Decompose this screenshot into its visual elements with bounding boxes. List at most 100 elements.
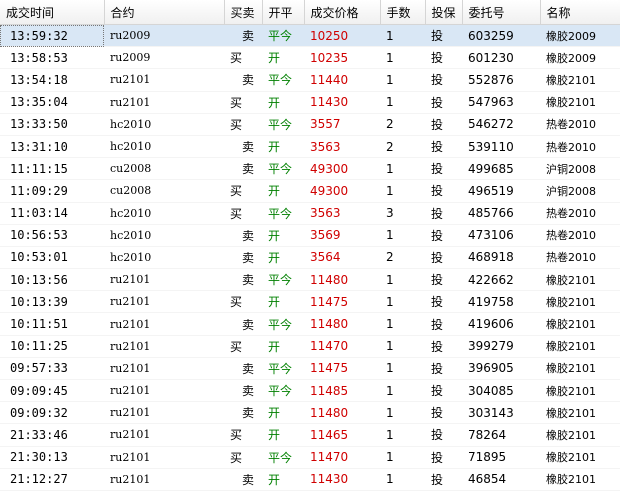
- col-header-quantity[interactable]: 手数: [380, 0, 426, 25]
- table-row[interactable]: 10:11:25 ru2101 买开 11470 1 投 399279 橡胶2101: [0, 335, 620, 358]
- col-header-side[interactable]: 买卖: [224, 0, 263, 25]
- order-id: 547963: [462, 91, 540, 114]
- open-close: 开: [262, 335, 304, 358]
- table-row[interactable]: 10:56:53 hc2010 卖开 3569 1 投 473106 热卷2010: [0, 224, 620, 247]
- col-header-name[interactable]: 名称: [540, 0, 620, 25]
- quantity: 3: [380, 202, 425, 225]
- trade-time: 09:09:32: [0, 401, 104, 425]
- trade-table: 成交时间 合约 买卖 开平 成交价格 手数 投保 委托号 名称 13:59:32…: [0, 0, 620, 491]
- col-header-open-close[interactable]: 开平: [262, 0, 305, 25]
- hedge-flag: 投: [425, 224, 462, 247]
- trade-side: 卖: [224, 357, 262, 381]
- col-header-contract[interactable]: 合约: [104, 0, 225, 25]
- contract-code: ru2009: [104, 46, 224, 70]
- quantity: 1: [380, 46, 425, 70]
- trade-price: 3563: [304, 202, 380, 225]
- table-row[interactable]: 21:33:46 ru2101 买开 11465 1 投 78264 橡胶2101: [0, 423, 620, 447]
- col-header-order-id[interactable]: 委托号: [462, 0, 541, 25]
- table-row[interactable]: 13:33:50 hc2010 买平今 3557 2 投 546272 热卷2010: [0, 113, 620, 136]
- table-row[interactable]: 13:31:10 hc2010 卖开 3563 2 投 539110 热卷2010: [0, 135, 620, 159]
- contract-code: ru2101: [104, 312, 224, 336]
- contract-code: ru2101: [104, 91, 224, 114]
- quantity: 1: [380, 423, 425, 447]
- trade-side: 卖: [224, 246, 262, 270]
- trade-side: 卖: [224, 312, 262, 336]
- col-header-time[interactable]: 成交时间: [0, 0, 105, 25]
- instrument-name: 橡胶2101: [540, 68, 620, 92]
- quantity: 1: [380, 446, 425, 469]
- open-close: 平今: [262, 24, 304, 48]
- table-row[interactable]: 11:03:14 hc2010 买平今 3563 3 投 485766 热卷2010: [0, 202, 620, 225]
- instrument-name: 热卷2010: [540, 202, 620, 225]
- order-id: 552876: [462, 68, 540, 92]
- table-row[interactable]: 13:58:53 ru2009 买开 10235 1 投 601230 橡胶2009: [0, 46, 620, 70]
- table-row[interactable]: 09:57:33 ru2101 卖平今 11475 1 投 396905 橡胶2101: [0, 357, 620, 381]
- trade-price: 3557: [304, 113, 380, 136]
- table-row[interactable]: 13:35:04 ru2101 买开 11430 1 投 547963 橡胶2101: [0, 91, 620, 114]
- order-id: 539110: [462, 135, 540, 159]
- order-id: 473106: [462, 224, 540, 247]
- trade-side: 买: [224, 113, 262, 136]
- order-id: 546272: [462, 113, 540, 136]
- hedge-flag: 投: [425, 357, 462, 381]
- instrument-name: 橡胶2101: [540, 91, 620, 114]
- trade-side: 买: [224, 446, 262, 469]
- col-header-hedge[interactable]: 投保: [425, 0, 463, 25]
- trade-side: 卖: [224, 401, 262, 425]
- table-row[interactable]: 11:09:29 cu2008 买开 49300 1 投 496519 沪铜2008: [0, 179, 620, 203]
- table-row[interactable]: 10:53:01 hc2010 卖开 3564 2 投 468918 热卷2010: [0, 246, 620, 270]
- trade-price: 11475: [304, 357, 380, 381]
- table-row[interactable]: 09:09:32 ru2101 卖开 11480 1 投 303143 橡胶2101: [0, 401, 620, 425]
- open-close: 平今: [262, 202, 304, 225]
- trade-time: 10:56:53: [0, 224, 104, 247]
- order-id: 603259: [462, 24, 540, 48]
- order-id: 396905: [462, 357, 540, 381]
- hedge-flag: 投: [425, 423, 462, 447]
- table-row[interactable]: 10:13:56 ru2101 卖平今 11480 1 投 422662 橡胶2101: [0, 268, 620, 292]
- hedge-flag: 投: [425, 446, 462, 469]
- trade-side: 买: [224, 335, 262, 358]
- trade-time: 21:30:13: [0, 446, 104, 469]
- contract-code: ru2101: [104, 268, 224, 292]
- table-row[interactable]: 13:54:18 ru2101 卖平今 11440 1 投 552876 橡胶2101: [0, 68, 620, 92]
- hedge-flag: 投: [425, 335, 462, 358]
- quantity: 1: [380, 468, 425, 491]
- quantity: 1: [380, 268, 425, 292]
- hedge-flag: 投: [425, 157, 462, 181]
- hedge-flag: 投: [425, 113, 462, 136]
- table-row[interactable]: 11:11:15 cu2008 卖平今 49300 1 投 499685 沪铜2008: [0, 157, 620, 181]
- trade-price: 11430: [304, 91, 380, 114]
- open-close: 开: [262, 224, 304, 247]
- col-header-price[interactable]: 成交价格: [304, 0, 381, 25]
- trade-price: 11480: [304, 312, 380, 336]
- trade-side: 卖: [224, 468, 262, 491]
- contract-code: hc2010: [104, 135, 224, 159]
- table-row[interactable]: 13:59:32 ru2009 卖平今 10250 1 投 603259 橡胶2009: [0, 24, 620, 48]
- quantity: 1: [380, 312, 425, 336]
- instrument-name: 沪铜2008: [540, 157, 620, 181]
- quantity: 2: [380, 113, 425, 136]
- quantity: 1: [380, 357, 425, 381]
- table-row[interactable]: 21:30:13 ru2101 买平今 11470 1 投 71895 橡胶2101: [0, 446, 620, 469]
- table-row[interactable]: 09:09:45 ru2101 卖平今 11485 1 投 304085 橡胶2101: [0, 379, 620, 403]
- quantity: 1: [380, 379, 425, 403]
- table-row[interactable]: 10:11:51 ru2101 卖平今 11480 1 投 419606 橡胶2101: [0, 312, 620, 336]
- trade-side: 买: [224, 290, 262, 314]
- instrument-name: 沪铜2008: [540, 179, 620, 203]
- trade-time: 11:03:14: [0, 202, 104, 225]
- table-row[interactable]: 10:13:39 ru2101 买开 11475 1 投 419758 橡胶2101: [0, 290, 620, 314]
- contract-code: hc2010: [104, 202, 224, 225]
- trade-price: 11485: [304, 379, 380, 403]
- order-id: 304085: [462, 379, 540, 403]
- open-close: 平今: [262, 68, 304, 92]
- open-close: 开: [262, 135, 304, 159]
- trade-price: 11470: [304, 446, 380, 469]
- trade-price: 11465: [304, 423, 380, 447]
- contract-code: ru2101: [104, 423, 224, 447]
- open-close: 开: [262, 46, 304, 70]
- table-row[interactable]: 21:12:27 ru2101 卖开 11430 1 投 46854 橡胶2101: [0, 468, 620, 491]
- trade-time: 13:58:53: [0, 46, 104, 70]
- trade-side: 买: [224, 202, 262, 225]
- trade-time: 13:54:18: [0, 68, 104, 92]
- hedge-flag: 投: [425, 290, 462, 314]
